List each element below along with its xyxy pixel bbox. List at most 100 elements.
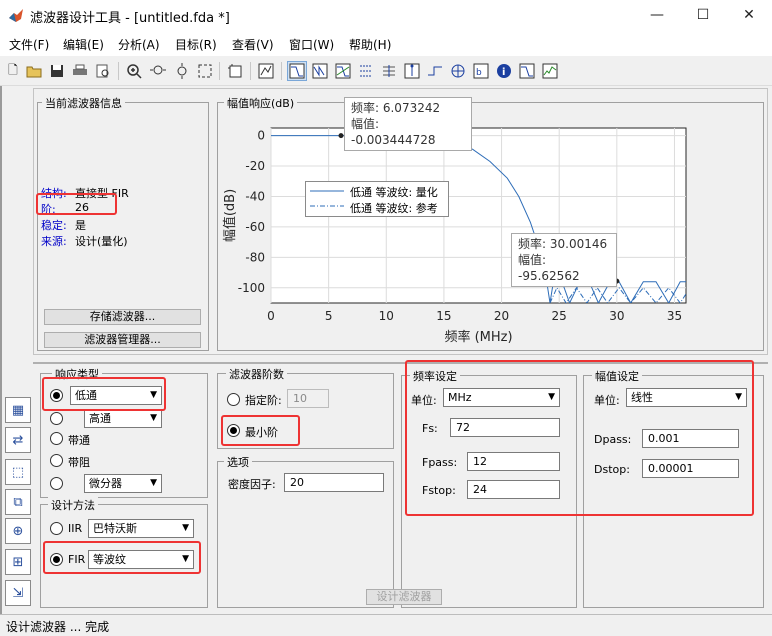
menu-edit[interactable]: 编辑(E) bbox=[63, 36, 104, 53]
datatip-stopband: 频率: 30.00146 幅值: -95.62562 bbox=[511, 233, 617, 287]
group-delay-icon[interactable] bbox=[356, 61, 376, 81]
differentiator-select[interactable]: 微分器 ▼ bbox=[84, 474, 162, 493]
impulse-response-icon[interactable] bbox=[402, 61, 422, 81]
menu-view[interactable]: 查看(V) bbox=[232, 36, 274, 53]
menu-targets[interactable]: 目标(R) bbox=[175, 36, 217, 53]
chart-legend[interactable]: 低通 等波纹: 量化 低通 等波纹: 参考 bbox=[305, 181, 449, 217]
highlight-minimum-order bbox=[221, 415, 300, 446]
iir-radio[interactable] bbox=[50, 522, 63, 535]
set-quantization-icon[interactable]: ⬚ bbox=[5, 459, 31, 485]
legend-icon[interactable] bbox=[256, 61, 276, 81]
new-figure-icon[interactable] bbox=[225, 61, 245, 81]
filter-info-icon[interactable]: i bbox=[494, 61, 514, 81]
pole-zero-icon[interactable] bbox=[448, 61, 468, 81]
store-filter-button[interactable]: 存储滤波器... bbox=[44, 309, 201, 325]
status-text: 设计滤波器 ... 完成 bbox=[6, 620, 110, 634]
window-title: 滤波器设计工具 - [untitled.fda *] bbox=[30, 11, 230, 26]
x-tick-label: 0 bbox=[267, 309, 275, 323]
y-axis-label: 幅值(dB) bbox=[222, 189, 238, 242]
legend-reference: 低通 等波纹: 参考 bbox=[350, 202, 438, 215]
x-tick-label: 30 bbox=[609, 309, 624, 323]
mag-phase-icon[interactable] bbox=[333, 61, 353, 81]
y-tick-label: -100 bbox=[238, 281, 265, 295]
zoom-x-icon[interactable] bbox=[148, 61, 168, 81]
bandpass-radio[interactable] bbox=[50, 432, 63, 445]
highpass-radio[interactable] bbox=[50, 412, 63, 425]
stable-value: 是 bbox=[75, 219, 86, 232]
bandstop-label: 带阻 bbox=[68, 456, 90, 469]
svg-text:i: i bbox=[502, 67, 505, 78]
zoom-y-icon[interactable] bbox=[172, 61, 192, 81]
import-filter-icon[interactable]: ⇲ bbox=[5, 580, 31, 606]
chevron-down-icon: ▼ bbox=[150, 413, 157, 423]
menu-file[interactable]: 文件(F) bbox=[9, 36, 49, 53]
y-tick-label: -40 bbox=[245, 189, 265, 203]
toolbar: 🗋 b i bbox=[0, 56, 772, 86]
maximize-button[interactable]: ☐ bbox=[680, 0, 726, 30]
y-tick-label: -60 bbox=[245, 220, 265, 234]
new-file-icon[interactable]: 🗋 bbox=[3, 61, 23, 81]
y-tick-label: 0 bbox=[257, 129, 265, 143]
filter-info-title: 当前滤波器信息 bbox=[42, 95, 125, 111]
step-response-icon[interactable] bbox=[425, 61, 445, 81]
highlight-specifications bbox=[405, 360, 754, 516]
save-icon[interactable] bbox=[47, 61, 67, 81]
filter-manager-button[interactable]: 滤波器管理器... bbox=[44, 332, 201, 348]
iir-label: IIR bbox=[68, 522, 83, 535]
open-icon[interactable] bbox=[24, 61, 44, 81]
x-axis-label: 频率 (MHz) bbox=[444, 329, 512, 345]
print-icon[interactable] bbox=[70, 61, 90, 81]
menu-analysis[interactable]: 分析(A) bbox=[118, 36, 160, 53]
filter-order-title: 滤波器阶数 bbox=[226, 366, 287, 382]
magnitude-response-icon[interactable] bbox=[287, 61, 307, 81]
iir-method-select[interactable]: 巴特沃斯 ▼ bbox=[88, 519, 194, 538]
full-view-icon[interactable] bbox=[195, 61, 215, 81]
transform-filter-icon[interactable]: ⇄ bbox=[5, 427, 31, 453]
zoom-in-icon[interactable] bbox=[124, 61, 144, 81]
close-button[interactable]: ✕ bbox=[726, 0, 772, 30]
phase-delay-icon[interactable] bbox=[379, 61, 399, 81]
multirate-icon[interactable]: ⊞ bbox=[5, 549, 31, 575]
specify-order-radio[interactable] bbox=[227, 393, 240, 406]
y-tick-label: -20 bbox=[245, 159, 265, 173]
x-tick-label: 35 bbox=[667, 309, 682, 323]
phase-response-icon[interactable] bbox=[310, 61, 330, 81]
datatip-passband: 频率: 6.073242 幅值: -0.003444728 bbox=[344, 97, 472, 151]
specify-order-input[interactable]: 10 bbox=[287, 389, 329, 408]
pole-zero-editor-icon[interactable]: ⊕ bbox=[5, 518, 31, 544]
source-value: 设计(量化) bbox=[75, 235, 128, 248]
minimize-button[interactable]: — bbox=[634, 0, 680, 30]
design-filter-button[interactable]: 设计滤波器 bbox=[366, 589, 442, 605]
x-tick-label: 25 bbox=[552, 309, 567, 323]
print-preview-icon[interactable] bbox=[93, 61, 113, 81]
datatip-stopband-freq: 频率: 30.00146 bbox=[518, 237, 608, 251]
x-tick-label: 15 bbox=[436, 309, 451, 323]
source-label: 来源: bbox=[41, 235, 67, 248]
side-strip bbox=[0, 86, 2, 614]
highpass-select[interactable]: 高通 ▼ bbox=[84, 409, 162, 428]
highlight-lowpass bbox=[42, 377, 166, 411]
density-factor-input[interactable]: 20 bbox=[284, 473, 384, 492]
x-tick-label: 5 bbox=[325, 309, 333, 323]
options-title: 选项 bbox=[224, 454, 252, 470]
datatip-stopband-mag: 幅值: -95.62562 bbox=[518, 253, 580, 283]
status-bar: 设计滤波器 ... 完成 bbox=[0, 614, 772, 636]
chevron-down-icon: ▼ bbox=[182, 523, 189, 533]
differentiator-radio[interactable] bbox=[50, 477, 63, 490]
realize-model-icon[interactable]: ⧉ bbox=[5, 489, 31, 515]
svg-text:b: b bbox=[476, 68, 482, 78]
magnitude-estimate-icon[interactable] bbox=[517, 61, 537, 81]
menu-bar: 文件(F) 编辑(E) 分析(A) 目标(R) 查看(V) 窗口(W) 帮助(H… bbox=[0, 30, 772, 56]
chevron-down-icon: ▼ bbox=[150, 478, 157, 488]
menu-help[interactable]: 帮助(H) bbox=[349, 36, 391, 53]
filter-coefficients-icon[interactable]: b bbox=[471, 61, 491, 81]
density-factor-label: 密度因子: bbox=[228, 478, 276, 491]
menu-window[interactable]: 窗口(W) bbox=[289, 36, 334, 53]
bandstop-radio[interactable] bbox=[50, 454, 63, 467]
bandpass-label: 带通 bbox=[68, 434, 90, 447]
magnitude-response-chart[interactable]: 0 5 10 15 20 25 30 35 0 -20 -40 -60 -80 -100 频率 (MHz) 幅… bbox=[218, 103, 763, 350]
y-tick-label: -80 bbox=[245, 250, 265, 264]
round-off-noise-icon[interactable] bbox=[540, 61, 560, 81]
design-filter-panel-icon[interactable]: ▦ bbox=[5, 397, 31, 423]
matlab-icon bbox=[9, 9, 23, 22]
